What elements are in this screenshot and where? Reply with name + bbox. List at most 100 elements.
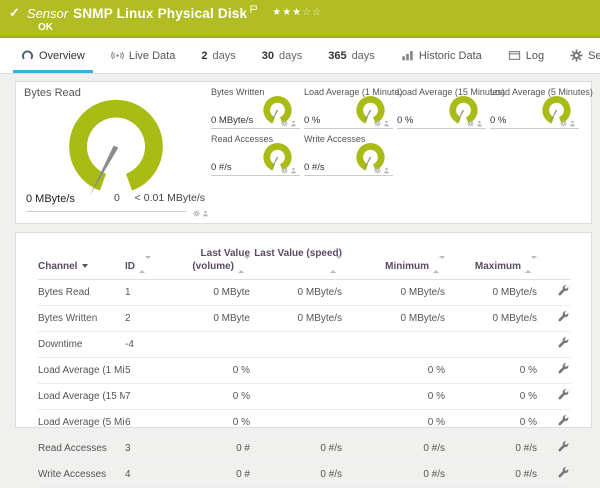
- table-row[interactable]: Downtime -4: [38, 331, 571, 358]
- channel-id: 5: [125, 357, 174, 384]
- tab-unit: days: [212, 49, 236, 62]
- tab-label: Log: [525, 49, 545, 62]
- last-value-speed: [250, 383, 342, 410]
- person-icon[interactable]: [290, 167, 297, 174]
- table-row[interactable]: Load Average (1 Min... 5 0 % 0 % 0 %: [38, 357, 571, 384]
- tab-settings[interactable]: Settings: [557, 38, 600, 73]
- table-row[interactable]: Bytes Read 1 0 MByte 0 MByte/s 0 MByte/s…: [38, 279, 571, 306]
- channel-name[interactable]: Load Average (15 Mi...: [38, 383, 125, 410]
- tab-historic-data[interactable]: Historic Data: [388, 38, 495, 73]
- column-header-channel[interactable]: Channel: [38, 246, 125, 280]
- last-value-speed: 0 MByte/s: [250, 305, 342, 332]
- sort-icon: [525, 256, 537, 273]
- wrench-icon[interactable]: [558, 441, 569, 455]
- tab-overview[interactable]: Overview: [8, 38, 98, 73]
- wrench-icon[interactable]: [558, 285, 569, 299]
- table-row[interactable]: Write Accesses 4 0 # 0 #/s 0 #/s 0 #/s: [38, 461, 571, 488]
- gear-icon[interactable]: [374, 167, 381, 174]
- channel-id: 6: [125, 409, 174, 436]
- channel-name[interactable]: Write Accesses: [38, 461, 125, 488]
- tab-label: Historic Data: [418, 49, 482, 62]
- gear-icon[interactable]: [560, 120, 567, 127]
- channel-name[interactable]: Bytes Read: [38, 279, 125, 306]
- bar-chart-icon: [401, 49, 414, 62]
- minimum-value: [342, 331, 445, 358]
- tab-log[interactable]: Log: [495, 38, 557, 73]
- person-icon[interactable]: [383, 167, 390, 174]
- gauges-panel: Bytes Read 0 < 0.01 MByte/s 0 MByte/s By…: [15, 81, 593, 224]
- column-header-last-value-speed[interactable]: Last Value (speed): [250, 246, 342, 280]
- last-value-speed: [250, 409, 342, 436]
- gear-icon[interactable]: [193, 210, 200, 217]
- tab-unit: days: [278, 49, 303, 62]
- tab-unit: days: [351, 49, 375, 62]
- column-header-maximum[interactable]: Maximum: [445, 246, 537, 280]
- channel-id: 1: [125, 279, 174, 306]
- bytes-read-gauge-dial: [60, 93, 172, 199]
- person-icon[interactable]: [569, 120, 576, 127]
- wrench-icon[interactable]: [558, 467, 569, 481]
- sensor-header: ✓ Sensor SNMP Linux Physical Disk ★★★☆☆ …: [0, 0, 600, 38]
- table-header-row: Channel ID Last Value (volume) Last Valu…: [38, 246, 571, 280]
- channel-name[interactable]: Load Average (1 Min...: [38, 357, 125, 384]
- column-header-last-value-volume[interactable]: Last Value (volume): [174, 246, 250, 280]
- last-value-speed: [250, 331, 342, 358]
- gauge-scale-line: [26, 211, 186, 212]
- status-check-icon: ✓: [9, 5, 20, 20]
- table-row[interactable]: Bytes Written 2 0 MByte 0 MByte/s 0 MByt…: [38, 305, 571, 332]
- channel-name[interactable]: Bytes Written: [38, 305, 125, 332]
- tab-2-days[interactable]: 2 days: [188, 38, 248, 73]
- maximum-value: 0 MByte/s: [445, 305, 537, 332]
- column-label: Maximum: [474, 261, 521, 272]
- tab-30-days[interactable]: 30 days: [249, 38, 316, 73]
- person-icon[interactable]: [476, 120, 483, 127]
- wrench-icon[interactable]: [558, 415, 569, 429]
- gauge-current-value: 0 #/s: [211, 162, 232, 173]
- table-row[interactable]: Read Accesses 3 0 # 0 #/s 0 #/s 0 #/s: [38, 435, 571, 462]
- gear-icon[interactable]: [281, 120, 288, 127]
- minimum-value: 0 #/s: [342, 435, 445, 462]
- gauge-load-average-15min: Load Average (15 Minutes) 0 %: [397, 87, 505, 129]
- sensor-title: SNMP Linux Physical Disk: [73, 5, 248, 21]
- wrench-icon[interactable]: [558, 311, 569, 325]
- tab-label: Overview: [39, 49, 85, 62]
- minimum-value: 0 %: [342, 383, 445, 410]
- maximum-value: 0 %: [445, 383, 537, 410]
- last-value-volume: 0 %: [174, 383, 250, 410]
- wrench-icon[interactable]: [558, 363, 569, 377]
- priority-stars[interactable]: ★★★☆☆: [272, 7, 322, 18]
- gauge-write-accesses: Write Accesses 0 #/s: [304, 134, 393, 176]
- person-icon[interactable]: [202, 210, 209, 217]
- minimum-value: 0 %: [342, 357, 445, 384]
- tab-live-data[interactable]: Live Data: [98, 38, 188, 73]
- channel-id: -4: [125, 331, 174, 358]
- sort-icon: [330, 256, 342, 273]
- tab-number: 30: [261, 49, 274, 62]
- gear-icon[interactable]: [374, 120, 381, 127]
- person-icon[interactable]: [383, 120, 390, 127]
- tab-number: 2: [201, 49, 208, 62]
- wrench-icon[interactable]: [558, 389, 569, 403]
- gear-icon[interactable]: [281, 167, 288, 174]
- column-header-id[interactable]: ID: [125, 246, 174, 280]
- channel-id: 4: [125, 461, 174, 488]
- table-row[interactable]: Load Average (5 Min... 6 0 % 0 % 0 %: [38, 409, 571, 436]
- wrench-icon[interactable]: [558, 337, 569, 351]
- person-icon[interactable]: [290, 120, 297, 127]
- column-header-minimum[interactable]: Minimum: [342, 246, 445, 280]
- gauge-current-value: 0 %: [397, 115, 414, 126]
- table-row[interactable]: Load Average (15 Mi... 7 0 % 0 % 0 %: [38, 383, 571, 410]
- gauge-current-value: 0 %: [490, 115, 507, 126]
- tab-365-days[interactable]: 365 days: [315, 38, 388, 73]
- channel-name[interactable]: Load Average (5 Min...: [38, 409, 125, 436]
- gauge-scale-max: < 0.01 MByte/s: [134, 192, 205, 204]
- channel-name[interactable]: Read Accesses: [38, 435, 125, 462]
- sort-icon: [433, 256, 445, 273]
- gauge-read-accesses: Read Accesses 0 #/s: [211, 134, 300, 176]
- gear-icon[interactable]: [467, 120, 474, 127]
- flag-icon[interactable]: [249, 4, 258, 17]
- last-value-volume: 0 MByte: [174, 279, 250, 306]
- maximum-value: 0 %: [445, 409, 537, 436]
- tab-number: 365: [328, 49, 347, 62]
- channel-name[interactable]: Downtime: [38, 331, 125, 358]
